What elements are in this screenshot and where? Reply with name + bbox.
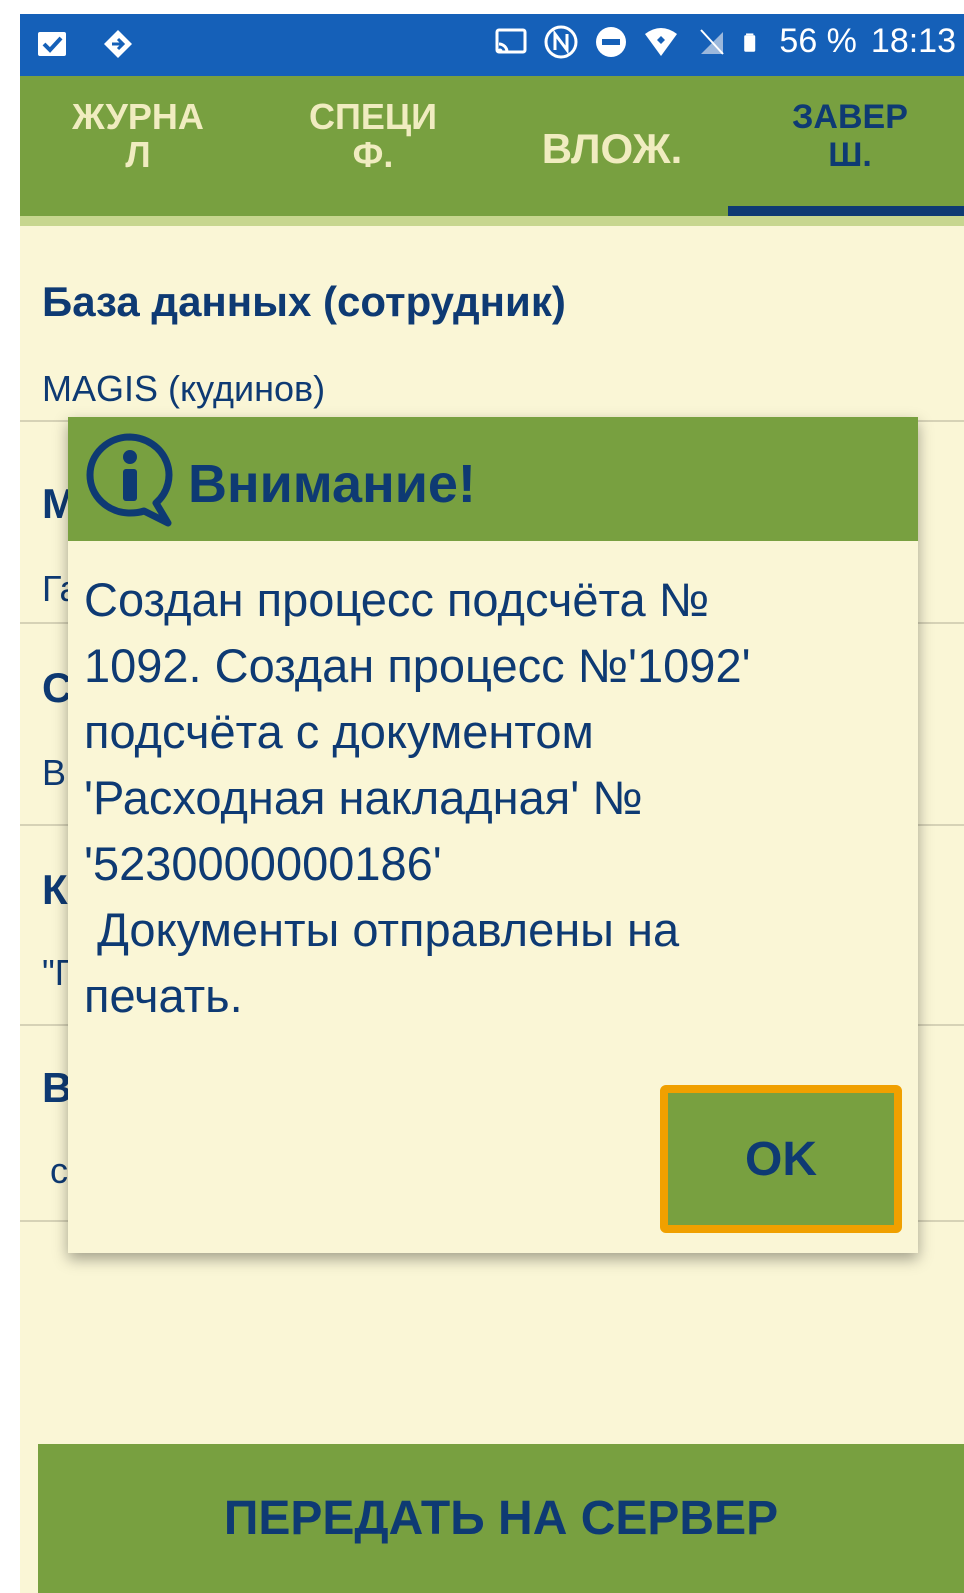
field-database-label: База данных (сотрудник) <box>42 278 566 325</box>
clock: 18:13 <box>870 22 956 60</box>
send-to-server-button[interactable]: ПЕРЕДАТЬ НА СЕРВЕР <box>38 1444 964 1593</box>
clipboard-check-icon <box>38 32 66 56</box>
info-icon <box>86 433 173 527</box>
tab-bar: ЖУРНА Л СПЕЦИ Ф. ВЛОЖ. ЗАВЕР Ш. <box>20 76 964 216</box>
field-5-value: с <box>50 1150 68 1191</box>
battery-level: 56 % <box>779 22 857 60</box>
nfc-icon <box>544 25 578 58</box>
field-database-value: MAGIS (кудинов) <box>42 368 326 409</box>
do-not-disturb-icon <box>596 26 627 57</box>
battery-icon <box>744 32 756 52</box>
tab-journal[interactable]: ЖУРНА Л <box>58 98 218 174</box>
ok-button[interactable]: OK <box>660 1085 902 1233</box>
wifi-icon <box>645 27 678 56</box>
tab-complete[interactable]: ЗАВЕР Ш. <box>760 98 940 174</box>
field-3-value: В <box>42 752 67 793</box>
tab-attachments[interactable]: ВЛОЖ. <box>522 128 702 170</box>
dialog-header: Внимание! <box>68 417 918 541</box>
field-4-label: К <box>42 866 68 913</box>
dialog-message: Создан процесс подсчёта № 1092. Создан п… <box>84 573 751 1022</box>
no-sim-icon <box>700 28 725 55</box>
field-database: База данных (сотрудник) MAGIS (кудинов) <box>20 226 964 422</box>
cast-icon <box>495 28 527 53</box>
tab-specification[interactable]: СПЕЦИ Ф. <box>288 98 458 174</box>
alert-dialog: Внимание! Создан процесс подсчёта № 1092… <box>68 417 918 1253</box>
app-screen: 56 % 18:13 ЖУРНА Л СПЕЦИ Ф. ВЛОЖ. ЗАВЕР … <box>20 14 964 1593</box>
location-arrow-icon <box>104 30 132 58</box>
status-bar: 56 % 18:13 <box>20 14 964 76</box>
active-tab-indicator <box>728 206 964 216</box>
tab-bar-divider <box>20 216 964 226</box>
dialog-title: Внимание! <box>188 454 476 514</box>
